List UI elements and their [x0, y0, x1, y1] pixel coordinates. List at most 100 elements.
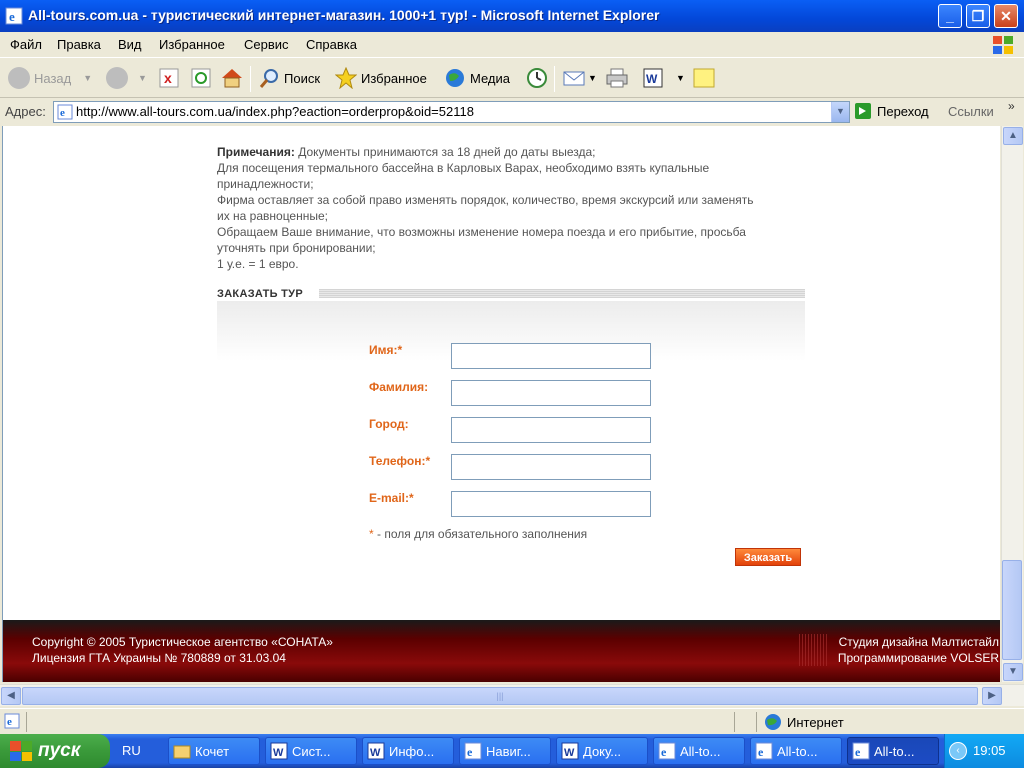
minimize-button[interactable]: _	[938, 4, 962, 28]
home-icon	[222, 69, 242, 88]
chevron-down-icon: ▼	[83, 73, 93, 83]
taskbar-item-label: All-to...	[680, 743, 721, 759]
menu-view[interactable]: Вид	[118, 37, 142, 52]
footer-copyright: Copyright © 2005 Туристическое агентство…	[32, 635, 333, 649]
taskbar-item[interactable]: Кочет	[168, 737, 260, 765]
svg-text:e: e	[758, 745, 764, 759]
city-input[interactable]	[451, 417, 651, 443]
taskbar-item[interactable]: W Сист...	[265, 737, 357, 765]
stop-button[interactable]: x	[158, 64, 180, 92]
maximize-button[interactable]: ❐	[966, 4, 990, 28]
menu-edit[interactable]: Правка	[57, 37, 101, 52]
horizontal-scrollbar[interactable]: ◀ ||| ▶	[0, 684, 1024, 706]
discuss-button[interactable]	[692, 64, 716, 92]
close-button[interactable]: ✕	[994, 4, 1018, 28]
footer-design-link[interactable]: Студия дизайна Малтистайл	[839, 635, 999, 649]
phone-label: Телефон:*	[369, 454, 431, 468]
ie-icon: e	[755, 742, 773, 760]
word-edit-icon: W	[643, 68, 663, 88]
svg-text:e: e	[855, 745, 861, 759]
media-globe-icon	[446, 69, 464, 87]
notes-line: уточнять при бронировании;	[217, 241, 376, 255]
scroll-down-button[interactable]: ▼	[1003, 663, 1023, 681]
address-dropdown-button[interactable]: ▼	[831, 102, 849, 122]
notes-line: Фирма оставляет за собой право изменять …	[217, 193, 754, 207]
links-label[interactable]: Ссылки	[948, 104, 994, 119]
notes-line: Документы принимаются за 18 дней до даты…	[298, 145, 596, 159]
notes-line: Обращаем Ваше внимание, что возможны изм…	[217, 225, 746, 239]
city-label: Город:	[369, 417, 409, 431]
media-label: Медиа	[470, 70, 510, 86]
page-icon: e	[57, 104, 73, 120]
menu-help[interactable]: Справка	[306, 37, 357, 52]
tray-expand-icon[interactable]: ‹	[949, 742, 967, 760]
required-note-text: - поля для обязательного заполнения	[373, 527, 588, 541]
search-button[interactable]: Поиск	[258, 64, 320, 92]
horizontal-scroll-thumb[interactable]: |||	[22, 687, 978, 705]
svg-text:e: e	[661, 745, 667, 759]
chevron-down-icon: ▼	[676, 73, 685, 83]
security-zone-label: Интернет	[787, 714, 844, 730]
menu-file[interactable]: Файл	[10, 37, 42, 52]
favorites-button[interactable]: Избранное	[335, 64, 427, 92]
go-label: Переход	[877, 103, 929, 119]
address-input[interactable]: e http://www.all-tours.com.ua/index.php?…	[53, 101, 850, 123]
taskbar-item[interactable]: W Инфо...	[362, 737, 454, 765]
history-button[interactable]	[525, 64, 549, 92]
home-button[interactable]	[220, 64, 244, 92]
address-url: http://www.all-tours.com.ua/index.php?ea…	[76, 104, 474, 119]
notes-line: принадлежности;	[217, 177, 314, 191]
taskbar-item[interactable]: e Навиг...	[459, 737, 551, 765]
start-label: пуск	[38, 740, 81, 761]
scroll-right-button[interactable]: ▶	[982, 687, 1002, 705]
edit-button[interactable]: W ▼	[642, 64, 685, 92]
media-button[interactable]: Медиа	[444, 64, 510, 92]
name-input[interactable]	[451, 343, 651, 369]
refresh-button[interactable]	[190, 64, 212, 92]
taskbar-item[interactable]: e All-to...	[750, 737, 842, 765]
taskbar-item[interactable]: W Доку...	[556, 737, 648, 765]
language-indicator[interactable]: RU	[122, 743, 141, 758]
history-icon	[527, 68, 547, 88]
toolbar-separator	[250, 66, 251, 92]
windows-flag-icon	[10, 741, 32, 761]
back-button[interactable]: Назад ▼	[8, 64, 92, 92]
scroll-left-button[interactable]: ◀	[1, 687, 21, 705]
taskbar-item-label: All-to...	[874, 743, 915, 759]
footer: Copyright © 2005 Туристическое агентство…	[3, 620, 1000, 682]
order-submit-button[interactable]: Заказать	[735, 548, 801, 566]
status-divider	[734, 712, 735, 732]
chevron-down-icon: ▼	[588, 73, 597, 83]
go-button[interactable]: Переход	[854, 102, 929, 120]
taskbar-item-active[interactable]: e All-to...	[847, 737, 939, 765]
globe-icon	[765, 714, 781, 730]
footer-programming-link[interactable]: Программирование VOLSER	[838, 651, 999, 665]
print-button[interactable]	[605, 64, 629, 92]
svg-text:W: W	[370, 747, 381, 759]
menu-favorites[interactable]: Избранное	[159, 37, 225, 52]
svg-text:e: e	[60, 107, 65, 119]
chevron-right-icon[interactable]: »	[1008, 99, 1015, 113]
email-input[interactable]	[451, 491, 651, 517]
note-icon	[693, 68, 715, 88]
printer-icon	[606, 68, 628, 88]
go-arrow-icon	[855, 103, 871, 119]
scroll-up-button[interactable]: ▲	[1003, 127, 1023, 145]
vertical-scroll-thumb[interactable]	[1002, 560, 1022, 660]
menu-bar: Файл Правка Вид Избранное Сервис Справка	[0, 32, 1024, 58]
notes-line: 1 у.е. = 1 евро.	[217, 257, 299, 271]
taskbar-item[interactable]: e All-to...	[653, 737, 745, 765]
mail-button[interactable]: ▼	[562, 64, 597, 92]
taskbar-item-label: Навиг...	[486, 743, 531, 759]
forward-button[interactable]: ▼	[106, 64, 147, 92]
menu-tools[interactable]: Сервис	[244, 37, 289, 52]
windows-logo-icon	[990, 34, 1016, 56]
address-bar: Адрес: e http://www.all-tours.com.ua/ind…	[0, 99, 1024, 125]
ie-icon: e	[5, 7, 23, 25]
surname-input[interactable]	[451, 380, 651, 406]
page-status-icon: e	[4, 713, 20, 729]
start-button[interactable]: пуск	[0, 734, 110, 768]
folder-icon	[173, 745, 191, 759]
required-note: * - поля для обязательного заполнения	[369, 527, 587, 541]
phone-input[interactable]	[451, 454, 651, 480]
